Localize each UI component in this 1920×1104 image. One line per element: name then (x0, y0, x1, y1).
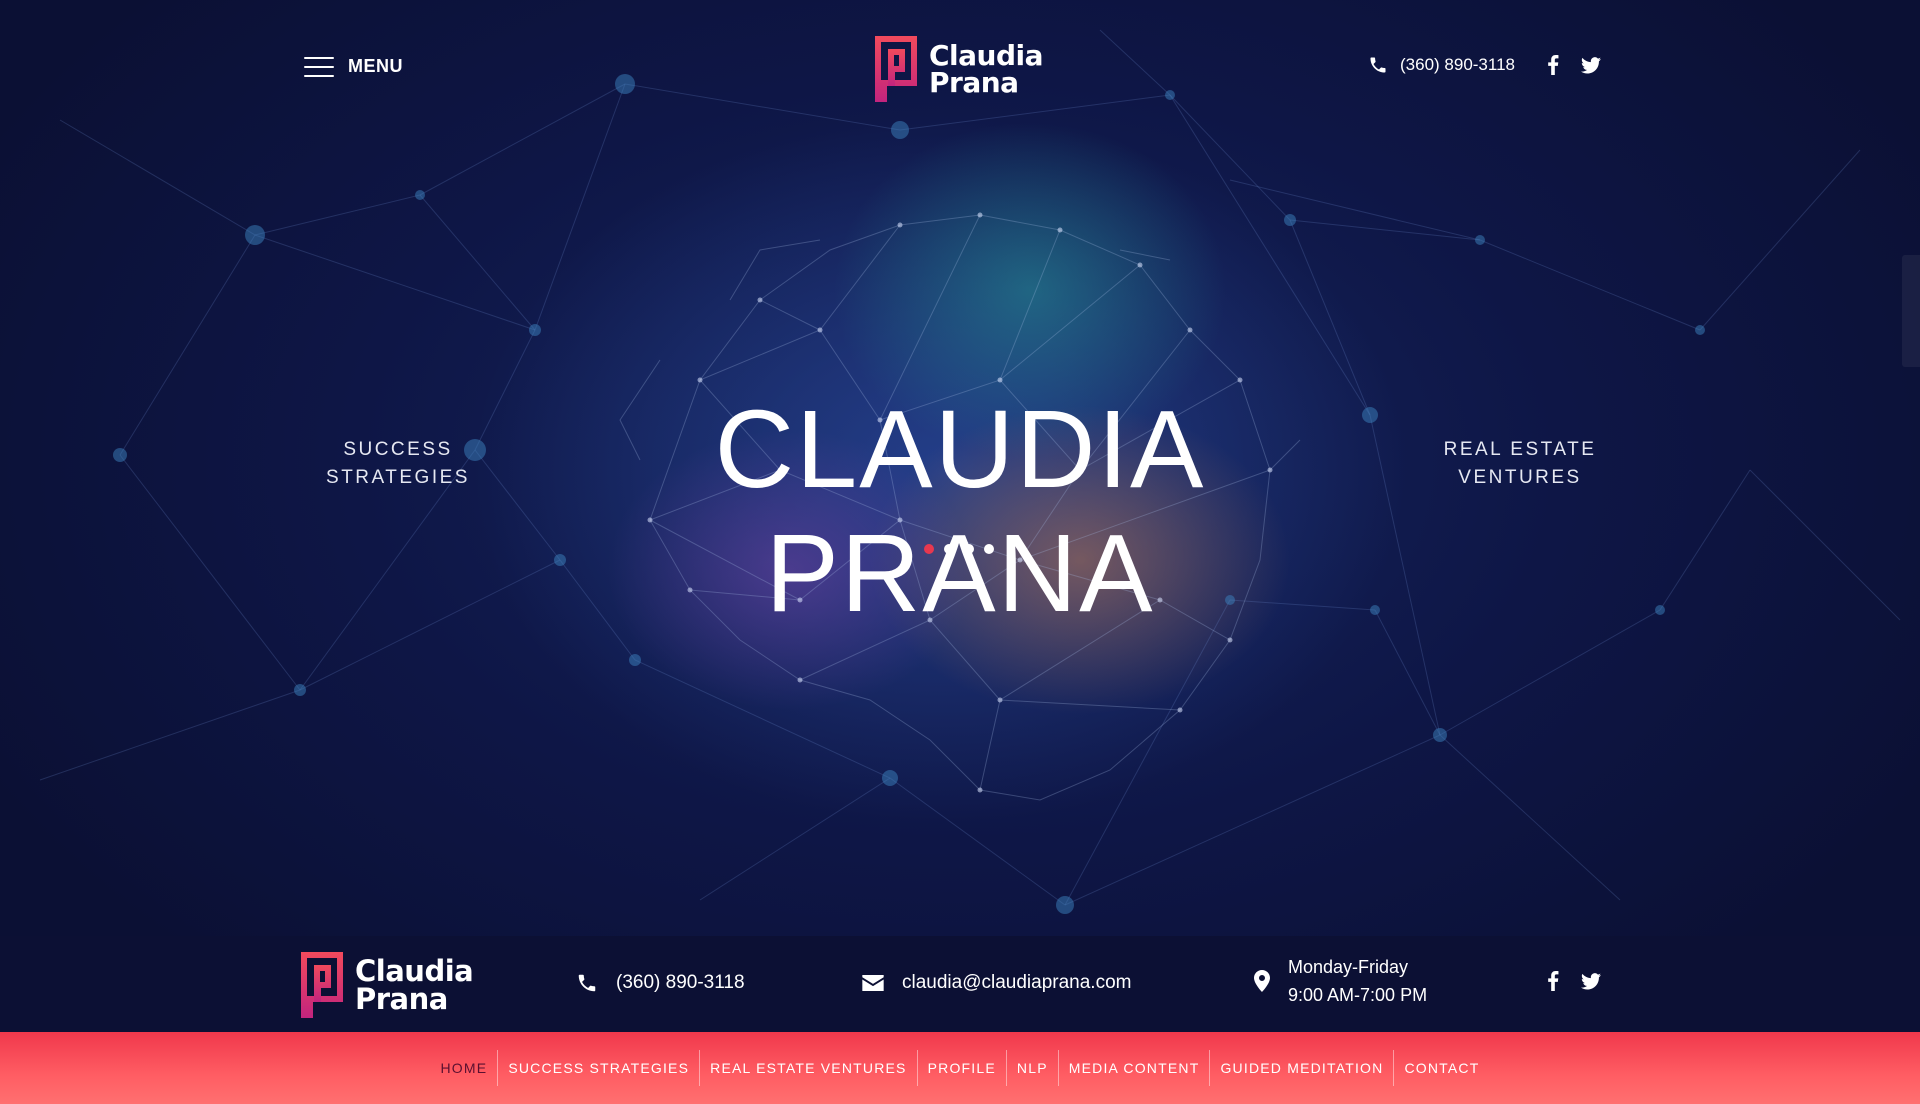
info-email-text: claudia@claudiaprana.com (902, 972, 1132, 993)
facebook-icon[interactable] (1547, 55, 1559, 75)
twitter-icon[interactable] (1581, 972, 1601, 990)
header-phone[interactable]: (360) 890-3118 (1368, 55, 1515, 75)
site-logo[interactable]: Claudia Prana (875, 36, 1044, 102)
scrollbar-thumb[interactable] (1902, 255, 1920, 367)
hours-days: Monday-Friday (1288, 957, 1409, 977)
nav-item-profile[interactable]: PROFILE (916, 1050, 1006, 1086)
nav-item-media-content[interactable]: MEDIA CONTENT (1057, 1050, 1210, 1086)
logo-mark-icon (875, 36, 917, 102)
phone-icon (578, 974, 596, 992)
slider-dot[interactable] (964, 544, 974, 554)
nav-item-nlp[interactable]: NLP (1005, 1050, 1058, 1086)
menu-button[interactable]: MENU (304, 56, 403, 77)
nav-item-guided-meditation[interactable]: GUIDED MEDITATION (1209, 1050, 1393, 1086)
menu-label: MENU (348, 56, 403, 76)
map-pin-icon (1254, 970, 1270, 992)
footer-logo-line1: Claudia (355, 954, 474, 988)
hero-link-success-strategies[interactable]: SUCCESS STRATEGIES (308, 436, 488, 492)
nav-item-home[interactable]: HOME (431, 1050, 498, 1086)
hamburger-icon (304, 56, 334, 77)
header-phone-text: (360) 890-3118 (1400, 55, 1515, 74)
footer-logo-line2: Prana (355, 982, 448, 1016)
slider-dot[interactable] (924, 544, 934, 554)
info-phone-text: (360) 890-3118 (616, 972, 745, 993)
logo-line1: Claudia (929, 39, 1044, 72)
footer-logo[interactable]: Claudia Prana (301, 952, 474, 1018)
facebook-icon[interactable] (1547, 971, 1559, 991)
hours-time: 9:00 AM-7:00 PM (1288, 985, 1428, 1005)
slider-dot[interactable] (944, 544, 954, 554)
main-nav: HOME SUCCESS STRATEGIES REAL ESTATE VENTUR… (0, 1032, 1920, 1104)
twitter-icon[interactable] (1581, 56, 1601, 74)
nav-item-real-estate-ventures[interactable]: REAL ESTATE VENTURES (699, 1050, 916, 1086)
envelope-icon (862, 975, 884, 991)
header-social-links (1547, 55, 1601, 75)
info-email[interactable]: claudia@claudiaprana.com (862, 972, 1131, 994)
footer-social-links (1547, 971, 1601, 991)
nav-item-success-strategies[interactable]: SUCCESS STRATEGIES (497, 1050, 699, 1086)
nav-item-contact[interactable]: CONTACT (1393, 1050, 1489, 1086)
info-hours: Monday-Friday 9:00 AM-7:00 PM (1254, 956, 1427, 1006)
hero-link-real-estate-ventures[interactable]: REAL ESTATE VENTURES (1430, 436, 1610, 492)
info-phone[interactable]: (360) 890-3118 (576, 972, 745, 994)
logo-line2: Prana (929, 66, 1019, 99)
phone-icon (1370, 57, 1386, 73)
hero-title: CLAUDIA PRANA (714, 388, 1206, 635)
logo-mark-icon (301, 952, 343, 1018)
slider-dot[interactable] (984, 544, 994, 554)
slider-dots (924, 544, 994, 554)
